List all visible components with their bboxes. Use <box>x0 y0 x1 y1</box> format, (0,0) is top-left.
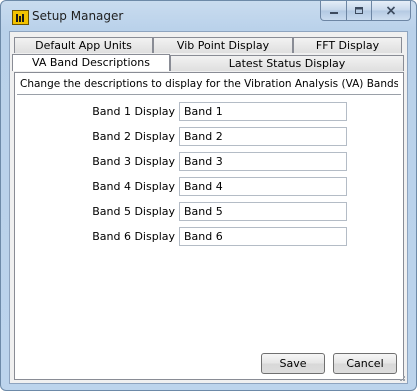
minimize-button[interactable] <box>320 1 348 21</box>
instructions-text: Change the descriptions to display for t… <box>20 78 398 90</box>
band-row: Band 6 Display <box>15 227 403 247</box>
app-logo-icon <box>12 10 29 25</box>
close-icon <box>387 6 396 15</box>
tab-label: Vib Point Display <box>176 39 270 52</box>
band-1-label: Band 1 Display <box>92 105 175 118</box>
window-title: Setup Manager <box>32 9 124 23</box>
band-4-label: Band 4 Display <box>92 180 175 193</box>
tab-vib-point-display[interactable]: Vib Point Display <box>153 37 293 53</box>
band-6-display-input[interactable] <box>179 227 347 246</box>
resize-grip[interactable] <box>397 373 405 381</box>
band-6-label: Band 6 Display <box>92 230 175 243</box>
band-row: Band 1 Display <box>15 102 403 122</box>
band-5-label: Band 5 Display <box>92 205 175 218</box>
close-button[interactable] <box>372 1 412 21</box>
setup-manager-window: Setup Manager Default App Units Vib Poin… <box>0 0 417 391</box>
band-5-display-input[interactable] <box>179 202 347 221</box>
dialog-client-area: Default App Units Vib Point Display FFT … <box>9 31 408 384</box>
tab-label: VA Band Descriptions <box>32 56 150 69</box>
band-row: Band 3 Display <box>15 152 403 172</box>
tab-latest-status-display[interactable]: Latest Status Display <box>170 55 404 71</box>
divider <box>17 94 401 95</box>
band-4-display-input[interactable] <box>179 177 347 196</box>
band-2-display-input[interactable] <box>179 127 347 146</box>
tab-default-app-units[interactable]: Default App Units <box>14 37 153 53</box>
tab-fft-display[interactable]: FFT Display <box>293 37 402 53</box>
maximize-icon <box>355 7 364 14</box>
band-3-display-input[interactable] <box>179 152 347 171</box>
tab-label: Latest Status Display <box>228 57 346 70</box>
band-2-label: Band 2 Display <box>92 130 175 143</box>
band-row: Band 4 Display <box>15 177 403 197</box>
tab-label: Default App Units <box>35 39 132 52</box>
band-row: Band 2 Display <box>15 127 403 147</box>
window-controls <box>320 1 412 21</box>
minimize-icon <box>329 11 338 14</box>
va-band-descriptions-page: Change the descriptions to display for t… <box>14 72 404 380</box>
tab-label: FFT Display <box>315 39 380 52</box>
cancel-button[interactable]: Cancel <box>333 353 397 374</box>
maximize-button[interactable] <box>347 1 373 21</box>
band-3-label: Band 3 Display <box>92 155 175 168</box>
band-row: Band 5 Display <box>15 202 403 222</box>
title-bar[interactable]: Setup Manager <box>1 1 416 31</box>
band-1-display-input[interactable] <box>179 102 347 121</box>
save-button[interactable]: Save <box>261 353 325 374</box>
tab-va-band-descriptions[interactable]: VA Band Descriptions <box>12 54 170 71</box>
